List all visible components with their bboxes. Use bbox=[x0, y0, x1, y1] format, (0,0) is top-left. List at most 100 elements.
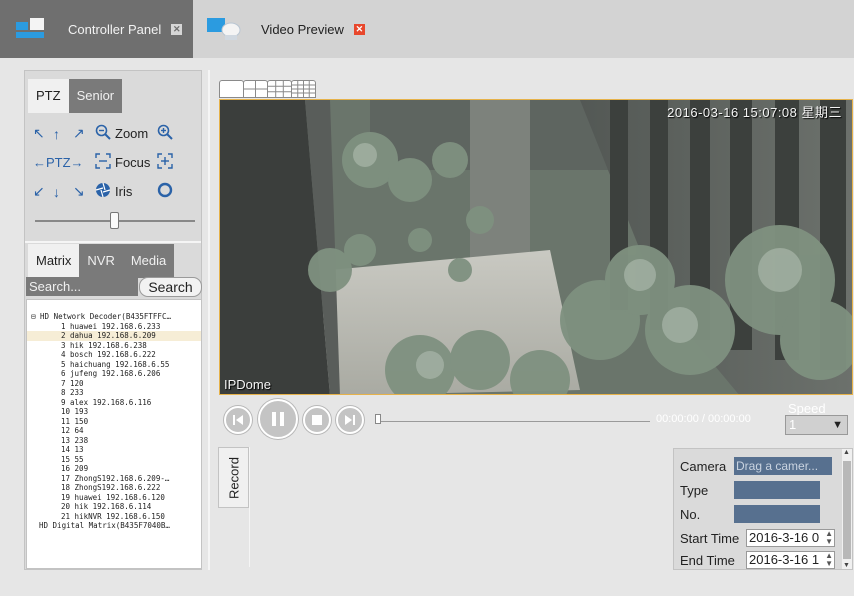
zoom-out-icon[interactable] bbox=[95, 124, 115, 143]
layout-buttons bbox=[219, 80, 316, 98]
chevron-down-icon: ▼ bbox=[832, 419, 843, 431]
previous-button[interactable] bbox=[224, 406, 252, 434]
scrollbar-thumb[interactable] bbox=[843, 461, 851, 559]
tab-media[interactable]: Media bbox=[122, 244, 175, 278]
speed-label: Speed bbox=[788, 401, 826, 416]
tab-senior[interactable]: Senior bbox=[68, 79, 123, 113]
tree-item[interactable]: 11 150 bbox=[27, 417, 201, 427]
tree-item[interactable]: 13 238 bbox=[27, 436, 201, 446]
stop-button[interactable] bbox=[303, 406, 331, 434]
tab-label: Controller Panel bbox=[68, 21, 162, 37]
tab-ptz[interactable]: PTZ bbox=[28, 79, 69, 113]
panel-separator bbox=[208, 70, 210, 570]
tree-item[interactable]: 6 jufeng 192.168.6.206 bbox=[27, 369, 201, 379]
tree-item[interactable]: 15 55 bbox=[27, 455, 201, 465]
ptz-up-button[interactable]: ↑ bbox=[53, 126, 73, 142]
tab-video-preview[interactable]: Video Preview ✕ bbox=[193, 0, 373, 58]
device-tree[interactable]: ⊟ HD Network Decoder(B435FTFFC… 1 huawei… bbox=[26, 299, 202, 569]
layout-4x4-icon[interactable] bbox=[291, 80, 316, 98]
tree-item[interactable]: 8 233 bbox=[27, 388, 201, 398]
iris-close-icon[interactable] bbox=[95, 182, 115, 201]
number-field[interactable] bbox=[734, 505, 820, 523]
tree-root-hd-digital-matrix[interactable]: HD Digital Matrix(B435F7040B… bbox=[27, 521, 201, 531]
tree-item[interactable]: 1 huawei 192.168.6.233 bbox=[27, 322, 201, 332]
device-tab-group: Matrix NVR Media bbox=[28, 244, 175, 278]
tree-item[interactable]: 17 ZhongS192.168.6.209-… bbox=[27, 474, 201, 484]
end-time-field[interactable]: 2016-3-16 1 ▲ ▼ bbox=[746, 551, 835, 569]
search-button[interactable]: Search bbox=[139, 277, 202, 297]
tree-item[interactable]: 14 13 bbox=[27, 445, 201, 455]
spinner-icon[interactable]: ▲ ▼ bbox=[825, 530, 833, 546]
close-icon[interactable]: ✕ bbox=[353, 23, 365, 35]
ptz-tab-group: PTZ Senior bbox=[28, 79, 123, 113]
tree-item[interactable]: 5 haichuang 192.168.6.55 bbox=[27, 360, 201, 370]
tree-item[interactable]: 4 bosch 192.168.6.222 bbox=[27, 350, 201, 360]
tree-item[interactable]: 18 ZhongS192.168.6.222 bbox=[27, 483, 201, 493]
controller-panel-icon bbox=[12, 16, 48, 42]
camera-feed-image bbox=[220, 100, 852, 394]
tree-item[interactable]: 10 193 bbox=[27, 407, 201, 417]
tree-item[interactable]: 12 64 bbox=[27, 426, 201, 436]
record-search-panel: Camera Drag a camer... Type No. Start Ti… bbox=[673, 448, 853, 570]
scrollbar[interactable]: ▲ ▼ bbox=[842, 449, 852, 569]
ptz-left-right-buttons[interactable]: ←PTZ→ bbox=[33, 155, 95, 170]
end-time-label: End Time bbox=[680, 553, 735, 568]
tab-record[interactable]: Record bbox=[218, 447, 249, 508]
pause-icon bbox=[272, 412, 284, 426]
iris-open-icon[interactable] bbox=[157, 182, 173, 201]
type-field[interactable] bbox=[734, 481, 820, 499]
scroll-up-icon[interactable]: ▲ bbox=[843, 449, 850, 456]
tab-matrix[interactable]: Matrix bbox=[28, 244, 80, 278]
tab-controller-panel[interactable]: Controller Panel ✕ bbox=[0, 0, 193, 58]
video-preview-pane[interactable]: 2016-03-16 15:07:08 星期三 IPDome bbox=[219, 99, 853, 395]
progress-handle[interactable] bbox=[375, 414, 381, 424]
iris-label: Iris bbox=[115, 184, 133, 199]
progress-bar[interactable] bbox=[378, 421, 650, 422]
layout-2x2-icon[interactable] bbox=[243, 80, 268, 98]
pause-button[interactable] bbox=[258, 399, 298, 439]
divider bbox=[25, 241, 201, 243]
layout-1x1-icon[interactable] bbox=[219, 80, 244, 98]
camera-drop-field[interactable]: Drag a camer... bbox=[734, 457, 832, 475]
tree-item[interactable]: 16 209 bbox=[27, 464, 201, 474]
tree-children: 1 huawei 192.168.6.233 2 dahua 192.168.6.… bbox=[27, 322, 201, 522]
camera-label: Camera bbox=[680, 459, 727, 474]
zoom-label: Zoom bbox=[115, 126, 149, 141]
scroll-down-icon[interactable]: ▼ bbox=[843, 562, 850, 569]
close-icon[interactable]: ✕ bbox=[171, 23, 183, 35]
start-time-field[interactable]: 2016-3-16 0 ▲ ▼ bbox=[746, 529, 835, 547]
zoom-in-icon[interactable] bbox=[157, 124, 173, 143]
ptz-controls: ↖ ↑ ↗ Zoom ←PTZ→ Focus ↙ ↓ ↘ Iris bbox=[33, 119, 199, 206]
end-time-value: 2016-3-16 1 bbox=[749, 552, 820, 567]
tree-item[interactable]: 3 hik 192.168.6.238 bbox=[27, 341, 201, 351]
focus-label: Focus bbox=[115, 155, 151, 170]
tab-nvr[interactable]: NVR bbox=[79, 244, 123, 278]
tree-item[interactable]: 20 hik 192.168.6.114 bbox=[27, 502, 201, 512]
search-input[interactable] bbox=[26, 277, 138, 296]
ptz-down-right-button[interactable]: ↘ bbox=[73, 183, 95, 200]
layout-3x3-icon[interactable] bbox=[267, 80, 292, 98]
tree-item[interactable]: 9 alex 192.168.6.116 bbox=[27, 398, 201, 408]
focus-near-icon[interactable] bbox=[95, 153, 115, 172]
ptz-down-button[interactable]: ↓ bbox=[53, 184, 73, 200]
tree-item[interactable]: 7 120 bbox=[27, 379, 201, 389]
tab-bar: Controller Panel ✕ Video Preview ✕ bbox=[0, 0, 854, 58]
focus-far-icon[interactable] bbox=[157, 153, 173, 172]
tree-item[interactable]: 19 huawei 192.168.6.120 bbox=[27, 493, 201, 503]
video-timestamp: 2016-03-16 15:07:08 星期三 bbox=[667, 105, 842, 120]
divider bbox=[249, 447, 250, 567]
ptz-up-right-button[interactable]: ↗ bbox=[73, 125, 95, 142]
speed-select[interactable]: 1 ▼ bbox=[785, 415, 848, 435]
type-label: Type bbox=[680, 483, 709, 498]
tab-label: Video Preview bbox=[261, 21, 344, 37]
tree-item[interactable]: 21 hikNVR 192.168.6.150 bbox=[27, 512, 201, 522]
ptz-speed-slider-handle[interactable] bbox=[110, 212, 119, 229]
skip-next-icon bbox=[345, 415, 355, 425]
next-button[interactable] bbox=[336, 406, 364, 434]
tree-root-hd-network-decoder[interactable]: ⊟ HD Network Decoder(B435FTFFC… bbox=[27, 312, 201, 322]
spinner-icon[interactable]: ▲ ▼ bbox=[825, 552, 833, 568]
ptz-down-left-button[interactable]: ↙ bbox=[33, 183, 53, 200]
tree-item[interactable]: 2 dahua 192.168.6.209 bbox=[27, 331, 201, 341]
ptz-up-left-button[interactable]: ↖ bbox=[33, 125, 53, 142]
camera-name-overlay: IPDome bbox=[224, 377, 271, 392]
